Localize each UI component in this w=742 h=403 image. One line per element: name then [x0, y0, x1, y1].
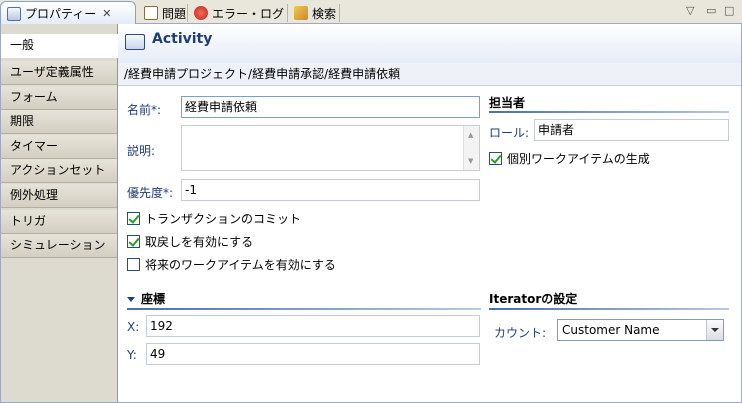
maximize-icon[interactable]: □: [724, 4, 734, 17]
role-field[interactable]: 申請者: [534, 119, 729, 141]
count-label: カウント:: [494, 326, 547, 340]
individual-workitem-checkbox[interactable]: 個別ワークアイテムの生成: [489, 150, 650, 167]
x-field[interactable]: 192: [146, 315, 480, 337]
problems-icon: [144, 6, 158, 20]
priority-label: 優先度*:: [127, 186, 174, 200]
properties-view: 一般 ユーザ定義属性 フォーム 期限 タイマー アクションセット 例外処理 トリ…: [0, 24, 742, 403]
minimize-icon[interactable]: ▭: [706, 4, 716, 17]
tab-search[interactable]: 検索: [288, 2, 342, 24]
properties-icon: [7, 6, 21, 21]
checkbox-box[interactable]: [127, 258, 140, 271]
nav-item-deadline[interactable]: 期限: [1, 110, 117, 134]
section-divider: [127, 308, 481, 310]
checkbox-box[interactable]: [127, 212, 140, 225]
coords-section-title[interactable]: 座標: [127, 290, 165, 307]
commit-transaction-checkbox[interactable]: トランザクションのコミット: [127, 210, 301, 227]
close-icon[interactable]: ✕: [102, 7, 111, 20]
name-label: 名前*:: [127, 103, 162, 117]
scroll-up-icon[interactable]: ▲: [468, 131, 473, 139]
property-category-nav: 一般 ユーザ定義属性 フォーム 期限 タイマー アクションセット 例外処理 トリ…: [1, 24, 118, 402]
nav-item-simulation[interactable]: シミュレーション: [1, 234, 117, 258]
scroll-down-icon[interactable]: ▼: [468, 157, 473, 165]
collapse-triangle-icon[interactable]: [127, 297, 135, 302]
tab-problems-label: 問題: [162, 6, 187, 21]
tab-search-label: 検索: [312, 6, 337, 21]
tab-error-log[interactable]: エラー・ログ: [188, 2, 290, 24]
iterator-section-title: Iteratorの設定: [489, 292, 578, 306]
coords-title-text: 座標: [141, 292, 166, 306]
nav-item-general[interactable]: 一般: [1, 34, 118, 58]
checkbox-box[interactable]: [489, 152, 502, 165]
tab-problems[interactable]: 問題: [138, 2, 192, 24]
tab-properties[interactable]: プロパティー ✕: [0, 1, 136, 25]
count-select-value: Customer Name: [562, 323, 660, 337]
nav-item-form[interactable]: フォーム: [1, 86, 117, 110]
activity-icon: [125, 34, 145, 50]
nav-item-trigger[interactable]: トリガ: [1, 210, 117, 234]
name-field[interactable]: 経費申請依頼: [181, 96, 480, 118]
nav-item-timer[interactable]: タイマー: [1, 135, 117, 159]
role-label: ロール:: [489, 126, 530, 140]
tab-properties-label: プロパティー: [25, 7, 97, 21]
description-field[interactable]: ▲ ▼: [181, 125, 480, 171]
nav-item-exception[interactable]: 例外処理: [1, 184, 117, 208]
description-scrollbar[interactable]: ▲ ▼: [463, 126, 479, 170]
enable-withdraw-label: 取戻しを有効にする: [145, 235, 254, 249]
assignee-section-title: 担当者: [489, 96, 526, 110]
nav-item-user-attributes[interactable]: ユーザ定義属性: [1, 61, 117, 85]
section-divider: [489, 308, 729, 310]
tab-separator: [339, 4, 340, 22]
breadcrumb: /経費申請プロジェクト/経費申請承認/経費申請依頼: [118, 63, 741, 86]
view-menu-icon[interactable]: ▽: [686, 4, 694, 17]
y-label: Y:: [127, 348, 137, 362]
error-log-icon: [194, 6, 208, 20]
header: Activity: [118, 24, 741, 63]
count-select[interactable]: Customer Name: [557, 319, 724, 341]
checkbox-box[interactable]: [127, 235, 140, 248]
x-label: X:: [127, 320, 140, 334]
page-title: Activity: [152, 31, 213, 47]
enable-withdraw-checkbox[interactable]: 取戻しを有効にする: [127, 233, 253, 250]
nav-item-action-set[interactable]: アクションセット: [1, 159, 117, 183]
individual-workitem-label: 個別ワークアイテムの生成: [507, 152, 650, 166]
future-workitems-label: 将来のワークアイテムを有効にする: [145, 258, 336, 272]
y-field[interactable]: 49: [146, 343, 480, 365]
view-tab-bar: プロパティー ✕ 問題 エラー・ログ 検索 ▽ ▭ □: [0, 0, 742, 25]
description-label: 説明:: [127, 144, 156, 158]
commit-transaction-label: トランザクションのコミット: [145, 212, 302, 226]
future-workitems-checkbox[interactable]: 将来のワークアイテムを有効にする: [127, 256, 336, 273]
search-icon: [294, 6, 308, 20]
tab-error-log-label: エラー・ログ: [212, 6, 285, 21]
chevron-down-icon[interactable]: [706, 320, 723, 340]
section-divider: [489, 111, 729, 113]
priority-field[interactable]: -1: [181, 179, 480, 201]
